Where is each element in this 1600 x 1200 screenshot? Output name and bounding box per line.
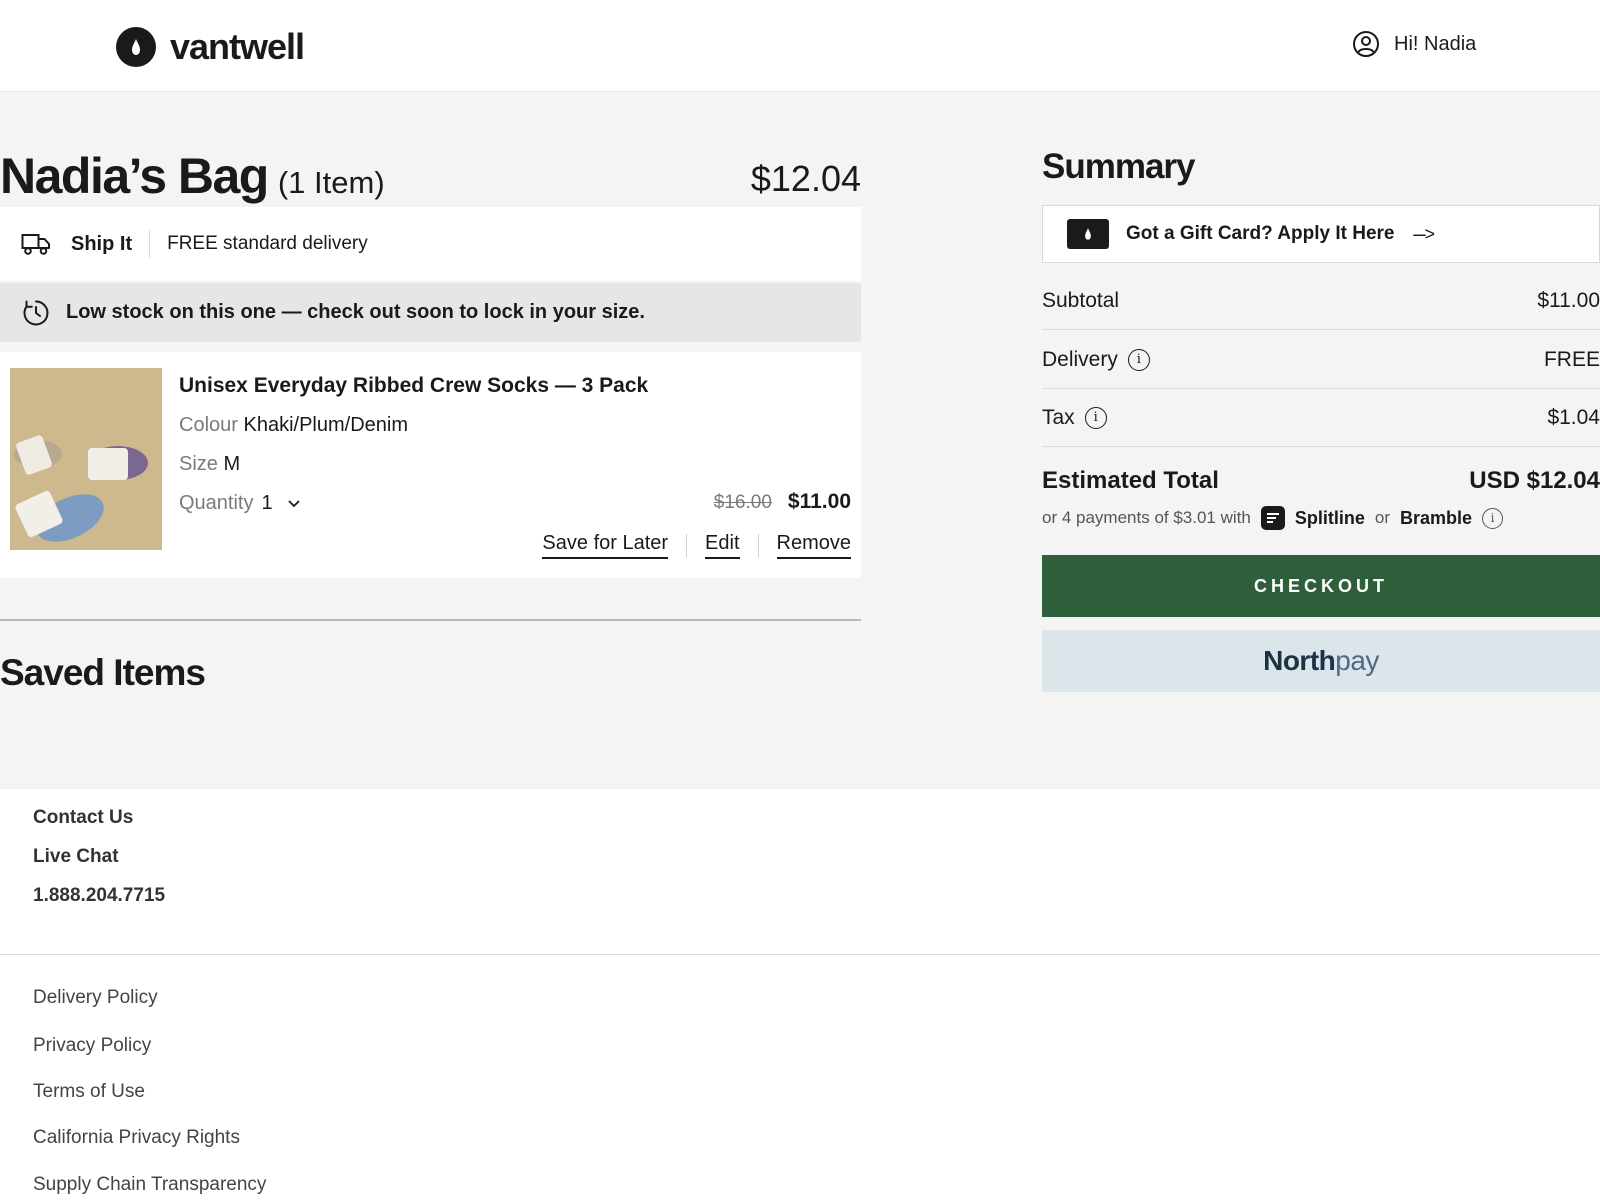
subtotal-label: Subtotal: [1042, 288, 1120, 312]
sale-price: $11.00: [787, 490, 851, 513]
divider: [149, 230, 151, 258]
divider: [686, 533, 688, 558]
summary-title: Summary: [1042, 147, 1196, 186]
subtotal-row: Subtotal $11.00: [1042, 272, 1600, 330]
low-stock-text: Low stock on this one — check out soon t…: [66, 301, 645, 323]
arrow-right-icon: --->: [1412, 223, 1435, 244]
info-icon[interactable]: i: [1482, 507, 1504, 529]
edit-button[interactable]: Edit: [705, 532, 740, 559]
quantity-label: Quantity: [179, 492, 254, 514]
bag-page: Nadia’s Bag (1 Item) $12.04 Ship It FREE…: [0, 92, 1600, 789]
product-name[interactable]: Unisex Everyday Ribbed Crew Socks — 3 Pa…: [179, 374, 648, 398]
truck-icon: [21, 229, 51, 259]
product-image[interactable]: [10, 368, 162, 550]
greeting-text: Hi! Nadia: [1394, 32, 1477, 55]
brand-name: vantwell: [170, 26, 305, 67]
splitline-logo-icon: [1260, 506, 1285, 530]
delivery-label: Delivery: [1042, 347, 1118, 371]
estimated-total-row: Estimated Total USD $12.04: [1042, 467, 1600, 495]
installment-offer: or 4 payments of $3.01 with Splitline or…: [1042, 506, 1504, 530]
product-colour: Colour Khaki/Plum/Denim: [179, 414, 408, 437]
size-value: M: [223, 453, 241, 475]
footer-link-privacy-policy[interactable]: Privacy Policy: [33, 1035, 151, 1057]
colour-label: Colour: [179, 414, 238, 436]
checkout-button[interactable]: CHECKOUT: [1042, 555, 1600, 617]
footer-link-california-privacy[interactable]: California Privacy Rights: [33, 1127, 240, 1149]
chevron-down-icon: [287, 499, 300, 507]
shipping-description: FREE standard delivery: [167, 233, 368, 254]
user-icon: [1353, 31, 1379, 57]
saved-items-title: Saved Items: [0, 652, 206, 693]
footer-link-delivery-policy[interactable]: Delivery Policy: [33, 987, 158, 1009]
divider: [0, 619, 861, 621]
gift-card-icon: [1067, 219, 1109, 249]
delivery-value: FREE: [1543, 347, 1600, 371]
info-icon[interactable]: i: [1084, 406, 1107, 429]
size-label: Size: [179, 453, 218, 475]
installment-text: or 4 payments of $3.01 with: [1042, 508, 1251, 527]
live-chat-link[interactable]: Live Chat: [33, 846, 119, 868]
product-size: Size M: [179, 453, 240, 476]
quantity-value: 1: [261, 492, 273, 514]
product-prices: $16.00 $11.00: [714, 490, 851, 514]
shipping-option[interactable]: Ship It FREE standard delivery: [0, 207, 861, 281]
bag-title: Nadia’s Bag: [0, 148, 269, 204]
page-title: Nadia’s Bag (1 Item): [0, 147, 385, 205]
remove-button[interactable]: Remove: [776, 532, 851, 559]
contact-us-link[interactable]: Contact Us: [33, 807, 133, 829]
low-stock-notice: Low stock on this one — check out soon t…: [0, 283, 861, 342]
info-icon[interactable]: i: [1127, 348, 1150, 371]
bag-item-count: (1 Item): [277, 165, 385, 200]
original-price: $16.00: [713, 492, 772, 513]
colour-value: Khaki/Plum/Denim: [243, 414, 408, 436]
tax-value: $1.04: [1547, 405, 1600, 429]
clock-icon: [22, 299, 50, 327]
northpay-button[interactable]: North pay: [1042, 630, 1600, 692]
gift-card-label: Got a Gift Card? Apply It Here: [1126, 223, 1395, 244]
northpay-logo-light: pay: [1335, 645, 1379, 676]
subtotal-value: $11.00: [1537, 288, 1600, 312]
divider: [757, 533, 759, 558]
divider: [0, 954, 1600, 955]
tax-label: Tax: [1042, 405, 1075, 429]
shipping-label: Ship It: [71, 232, 133, 255]
bramble-link[interactable]: Bramble: [1400, 508, 1472, 529]
installment-or: or: [1374, 508, 1390, 527]
account-menu[interactable]: Hi! Nadia: [1352, 30, 1476, 58]
northpay-logo-bold: North: [1263, 645, 1336, 676]
brand-logo[interactable]: vantwell: [116, 26, 305, 68]
bag-line-item: Unisex Everyday Ribbed Crew Socks — 3 Pa…: [0, 352, 861, 578]
gift-card-button[interactable]: Got a Gift Card? Apply It Here --->: [1042, 205, 1600, 263]
save-for-later-button[interactable]: Save for Later: [542, 532, 669, 559]
site-footer: Contact Us Live Chat 1.888.204.7715 Deli…: [0, 789, 1600, 1200]
footer-link-terms-of-use[interactable]: Terms of Use: [33, 1081, 145, 1103]
tax-row: Tax i $1.04: [1042, 389, 1600, 447]
site-header: vantwell Hi! Nadia: [0, 0, 1600, 92]
logo-mark-icon: [116, 27, 156, 67]
line-item-actions: Save for Later Edit Remove: [542, 532, 851, 559]
footer-link-supply-chain[interactable]: Supply Chain Transparency: [33, 1174, 266, 1196]
bag-total: $12.04: [750, 158, 861, 199]
estimated-total-value: USD $12.04: [1469, 467, 1600, 494]
quantity-select[interactable]: Quantity 1: [179, 492, 301, 515]
delivery-row: Delivery i FREE: [1042, 331, 1600, 389]
phone-link[interactable]: 1.888.204.7715: [33, 885, 165, 907]
splitline-link[interactable]: Splitline: [1295, 508, 1365, 529]
estimated-total-label: Estimated Total: [1042, 467, 1219, 494]
